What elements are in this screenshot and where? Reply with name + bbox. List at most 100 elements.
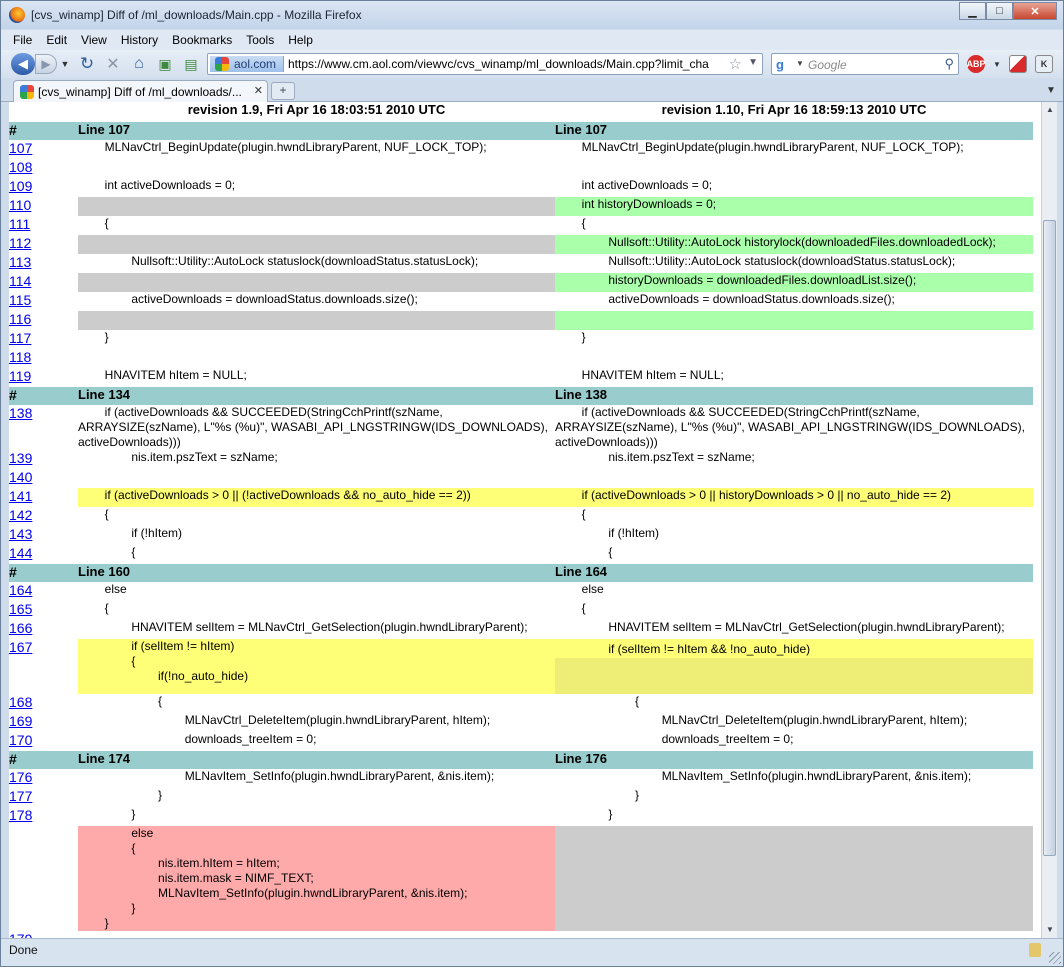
tab-close-icon[interactable]: ✕ — [254, 84, 263, 97]
line-number-cell: 165 — [9, 601, 78, 620]
vertical-scrollbar[interactable]: ▲ ▼ — [1041, 102, 1057, 938]
url-text[interactable]: https://www.cm.aol.com/viewvc/cvs_winamp… — [288, 57, 718, 71]
resize-grip-icon[interactable] — [1049, 952, 1061, 964]
navigation-toolbar: ◀ ▶ ▼ ↻ ✕ ⌂ ▣ ▤ aol.com https://www.cm.a… — [1, 50, 1063, 78]
line-number-cell: 141 — [9, 488, 78, 507]
line-number-cell: 112 — [9, 235, 78, 254]
history-dropdown-icon[interactable]: ▼ — [59, 53, 71, 75]
window-title: [cvs_winamp] Diff of /ml_downloads/Main.… — [31, 8, 362, 22]
line-number-link[interactable]: 118 — [9, 349, 31, 365]
line-number-link[interactable]: 115 — [9, 292, 31, 308]
section-hash: # — [9, 122, 78, 140]
line-number-link[interactable]: 108 — [9, 159, 32, 175]
line-number-link[interactable]: 138 — [9, 405, 32, 421]
diff-row: 113 Nullsoft::Utility::AutoLock statuslo… — [9, 254, 1033, 273]
search-placeholder: Google — [808, 58, 847, 72]
site-identity-button[interactable]: aol.com — [210, 56, 284, 72]
line-number-link[interactable]: 141 — [9, 488, 32, 504]
tab-list-icon[interactable]: ▼ — [1043, 82, 1059, 100]
section-left-label: Line 134 — [78, 387, 555, 405]
bookmark-add-icon[interactable]: ▤ — [181, 53, 201, 75]
line-number-link[interactable]: 169 — [9, 713, 32, 729]
line-number-link[interactable]: 117 — [9, 330, 31, 346]
engine-dropdown-icon[interactable]: ▼ — [796, 59, 804, 68]
tab-diff-main-cpp[interactable]: [cvs_winamp] Diff of /ml_downloads/... ✕ — [13, 80, 268, 102]
new-bookmark-icon[interactable]: ▣ — [155, 53, 175, 75]
back-button[interactable]: ◀ — [11, 53, 35, 75]
line-number-link[interactable]: 119 — [9, 368, 31, 384]
minimize-button[interactable]: ▁ — [959, 2, 986, 20]
search-box[interactable]: g ▼ Google ⚲ — [771, 53, 959, 75]
line-number-cell: 178 — [9, 807, 78, 826]
line-number-link[interactable]: 176 — [9, 769, 32, 785]
diff-row: 164 else else — [9, 582, 1033, 601]
reload-icon[interactable]: ↻ — [77, 53, 97, 75]
menu-tools[interactable]: Tools — [236, 30, 278, 47]
scrollbar-thumb[interactable] — [1043, 220, 1056, 856]
line-number-link[interactable]: 116 — [9, 311, 31, 327]
line-number-link[interactable]: 112 — [9, 235, 31, 251]
adblock-icon[interactable]: ABP — [967, 55, 986, 73]
diff-row: 111 { { — [9, 216, 1033, 235]
menu-help[interactable]: Help — [278, 30, 317, 47]
line-number-link[interactable]: 111 — [9, 216, 30, 232]
bookmark-star-icon[interactable]: ☆ — [729, 55, 742, 73]
line-number-link[interactable]: 140 — [9, 469, 32, 485]
left-code-cell: else { nis.item.hItem = hItem; nis.item.… — [78, 826, 555, 931]
menu-history[interactable]: History — [111, 30, 162, 47]
menu-view[interactable]: View — [71, 30, 111, 47]
url-dropdown-icon[interactable]: ▼ — [748, 57, 758, 68]
line-number-link[interactable]: 177 — [9, 788, 32, 804]
left-code-cell: Nullsoft::Utility::AutoLock statuslock(d… — [78, 254, 479, 268]
line-number-link[interactable]: 144 — [9, 545, 32, 561]
line-number-link[interactable]: 179 — [9, 931, 32, 938]
diff-row: 142 { { — [9, 507, 1033, 526]
addon-k-icon[interactable]: K — [1035, 55, 1053, 73]
scroll-down-icon[interactable]: ▼ — [1042, 922, 1058, 938]
google-engine-icon[interactable]: g — [776, 57, 792, 73]
noscript-icon[interactable] — [1009, 55, 1027, 73]
line-number-link[interactable]: 165 — [9, 601, 32, 617]
url-bar[interactable]: aol.com https://www.cm.aol.com/viewvc/cv… — [207, 53, 763, 75]
left-code-cell: if (activeDownloads && SUCCEEDED(StringC… — [78, 405, 552, 449]
line-number-link[interactable]: 110 — [9, 197, 31, 213]
section-right-label: Line 164 — [555, 564, 1033, 582]
line-number-link[interactable]: 167 — [9, 639, 32, 655]
line-number-cell: 117 — [9, 330, 78, 349]
left-code-cell: if (selItem != hItem) { if(!no_auto_hide… — [78, 639, 555, 694]
padlock-icon[interactable] — [1029, 943, 1041, 957]
stop-icon[interactable]: ✕ — [103, 53, 123, 75]
right-code-cell: } — [555, 788, 640, 802]
forward-button[interactable]: ▶ — [35, 54, 57, 74]
diff-row: 166 HNAVITEM selItem = MLNavCtrl_GetSele… — [9, 620, 1033, 639]
left-code-cell: { — [78, 216, 109, 230]
right-code-cell: int historyDownloads = 0; — [555, 197, 1033, 216]
line-number-link[interactable]: 142 — [9, 507, 32, 523]
line-number-link[interactable]: 143 — [9, 526, 32, 542]
close-button[interactable]: ✕ — [1013, 2, 1057, 20]
home-icon[interactable]: ⌂ — [129, 53, 149, 75]
search-icon[interactable]: ⚲ — [944, 56, 954, 72]
menu-edit[interactable]: Edit — [36, 30, 71, 47]
diff-section-header: # Line 160 Line 164 — [9, 564, 1033, 582]
adblock-dropdown-icon[interactable]: ▼ — [991, 53, 1003, 75]
line-number-link[interactable]: 168 — [9, 694, 32, 710]
menu-bookmarks[interactable]: Bookmarks — [162, 30, 236, 47]
new-tab-button[interactable]: + — [271, 82, 295, 100]
line-number-link[interactable]: 164 — [9, 582, 32, 598]
line-number-cell — [9, 826, 78, 931]
line-number-link[interactable]: 166 — [9, 620, 32, 636]
menu-file[interactable]: File — [1, 30, 36, 47]
line-number-link[interactable]: 170 — [9, 732, 32, 748]
maximize-button[interactable]: □ — [986, 2, 1013, 20]
line-number-link[interactable]: 113 — [9, 254, 31, 270]
line-number-link[interactable]: 178 — [9, 807, 32, 823]
left-code-cell: else — [78, 582, 127, 596]
scroll-up-icon[interactable]: ▲ — [1042, 102, 1058, 118]
left-code-cell: { — [78, 545, 136, 559]
line-number-link[interactable]: 114 — [9, 273, 31, 289]
line-number-link[interactable]: 107 — [9, 140, 32, 156]
left-code-cell: MLNavItem_SetInfo(plugin.hwndLibraryPare… — [78, 769, 495, 783]
line-number-link[interactable]: 139 — [9, 450, 32, 466]
line-number-link[interactable]: 109 — [9, 178, 32, 194]
